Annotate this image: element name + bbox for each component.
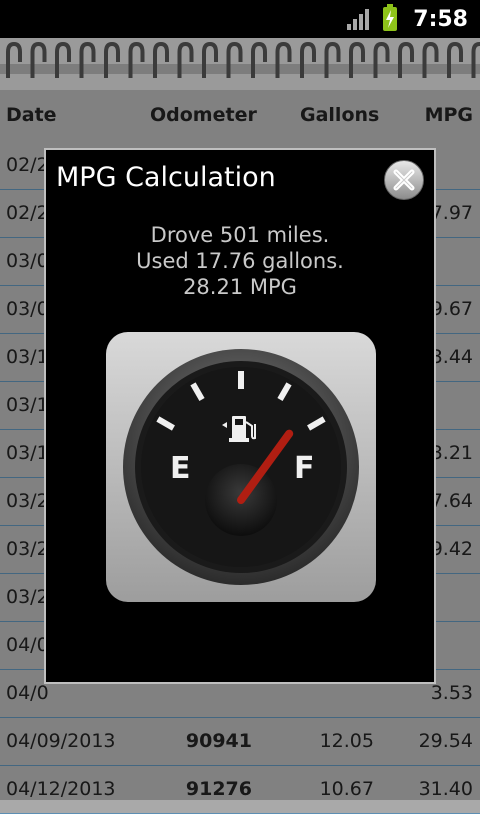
mpg-result-text: 28.21 MPG [46,274,434,300]
fuel-gauge: E F [106,332,376,602]
close-icon [392,168,416,192]
signal-icon [347,8,369,30]
gallons-used-text: Used 17.76 gallons. [46,248,434,274]
battery-charging-icon [383,7,397,31]
status-time: 7:58 [413,7,468,32]
gauge-full-label: F [294,451,315,486]
miles-driven-text: Drove 501 miles. [46,222,434,248]
mpg-dialog: MPG Calculation Drove 501 miles. Used 17… [44,148,436,684]
status-bar: 7:58 [0,0,480,38]
dialog-title: MPG Calculation [56,162,276,193]
gauge-empty-label: E [170,451,191,486]
close-button[interactable] [384,160,424,200]
notebook-rings [0,38,480,90]
dialog-message: Drove 501 miles. Used 17.76 gallons. 28.… [46,222,434,300]
